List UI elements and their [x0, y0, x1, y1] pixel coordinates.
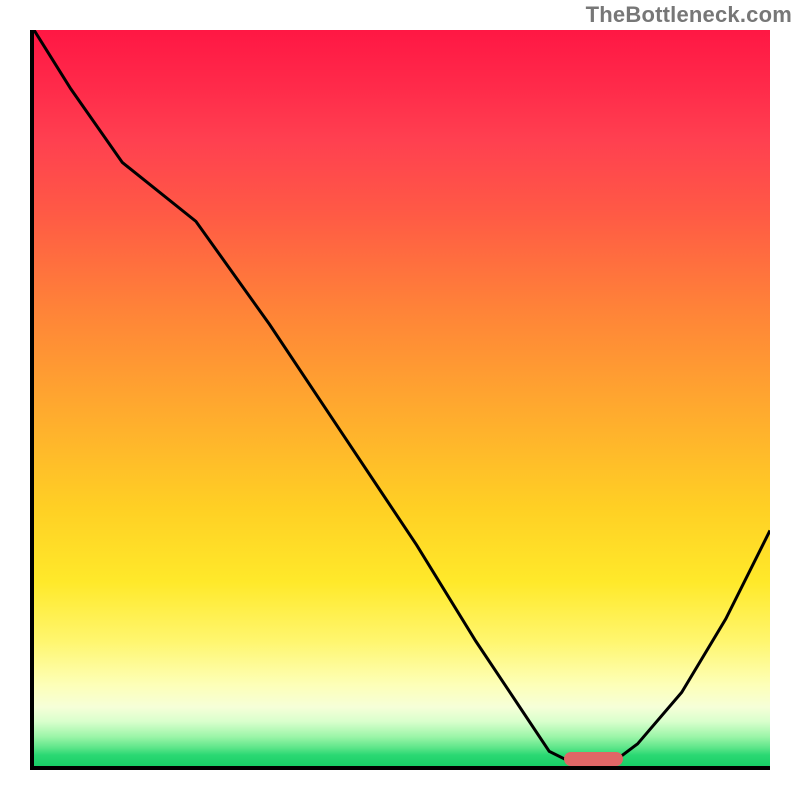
watermark-text: TheBottleneck.com	[586, 2, 792, 28]
chart-plot-area	[30, 30, 770, 770]
optimal-range-marker	[564, 752, 623, 766]
bottleneck-curve	[34, 30, 770, 766]
bottleneck-curve-path	[34, 30, 770, 766]
